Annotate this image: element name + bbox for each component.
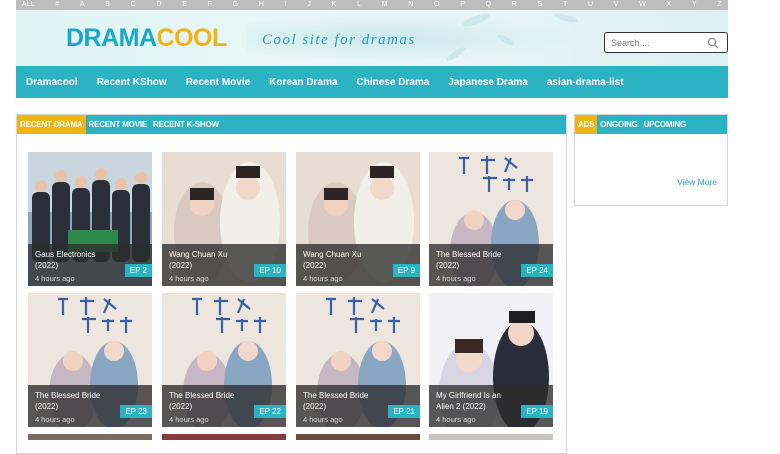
alpha-o[interactable]: O [434,0,439,10]
nav-chinese-drama[interactable]: Chinese Drama [357,77,430,88]
alpha-k[interactable]: K [332,0,337,10]
drama-card[interactable]: The Blessed Bride (2022) EP 21 4 hours a… [296,293,420,427]
drama-title: Wang Chuan Xu (2022) [169,250,228,270]
alpha-i[interactable]: I [285,0,287,10]
alpha-y[interactable]: Y [692,0,697,10]
updated-time: 4 hours ago [169,274,209,283]
updated-time: 4 hours ago [35,274,75,283]
alphabet-bar: ALL # A B C D E F G H I J K L M N O P Q … [16,0,728,10]
updated-time: 4 hours ago [303,274,343,283]
site-banner: DRAMACOOL Cool site for dramas [16,10,728,66]
alpha-p[interactable]: P [460,0,465,10]
alpha-t[interactable]: T [563,0,567,10]
drama-card[interactable]: Wang Chuan Xu (2022) EP 10 4 hours ago [162,152,286,286]
alpha-u[interactable]: U [588,0,593,10]
search-icon[interactable] [707,37,719,49]
drama-title: Gaus Electronics (2022) [35,250,96,270]
site-tagline: Cool site for dramas [262,32,416,48]
view-more-link[interactable]: View More [677,177,717,187]
tab-recent-movie[interactable]: Recent Movie [86,115,151,134]
poster-thumbnail[interactable] [429,434,553,440]
drama-title: My Girlfriend Is an Alien 2 (2022) [436,391,501,411]
updated-time: 4 hours ago [35,415,75,424]
sidebar-tabs: Ads Ongoing Upcoming [575,115,727,134]
tab-ads[interactable]: Ads [575,115,598,134]
episode-badge: EP 22 [254,405,286,418]
alpha-z[interactable]: Z [717,0,721,10]
poster-thumbnail[interactable] [28,434,152,440]
poster-thumbnail[interactable] [296,434,420,440]
drama-card[interactable]: Gaus Electronics (2022) EP 2 4 hours ago [28,152,152,286]
alpha-j[interactable]: J [307,0,311,10]
nav-asian-drama-list[interactable]: asian-drama-list [547,77,624,88]
updated-time: 4 hours ago [436,274,476,283]
episode-badge: EP 9 [392,264,420,277]
drama-title: The Blessed Bride (2022) [303,391,369,411]
episode-badge: EP 10 [254,264,286,277]
tab-upcoming[interactable]: Upcoming [641,115,689,134]
episode-badge: EP 19 [521,405,553,418]
alpha-l[interactable]: L [357,0,361,10]
nav-dramacool[interactable]: Dramacool [26,77,78,88]
episode-badge: EP 24 [521,264,553,277]
drama-title: The Blessed Bride (2022) [169,391,235,411]
alpha-e[interactable]: E [182,0,187,10]
alpha-m[interactable]: M [382,0,388,10]
updated-time: 4 hours ago [436,415,476,424]
alpha-all[interactable]: ALL [22,0,34,10]
drama-card[interactable]: The Blessed Bride (2022) EP 22 4 hours a… [162,293,286,427]
episode-badge: EP 2 [124,264,152,277]
alpha-x[interactable]: X [667,0,672,10]
alpha-b[interactable]: B [105,0,110,10]
alpha-n[interactable]: N [408,0,413,10]
alpha-h[interactable]: H [259,0,264,10]
nav-korean-drama[interactable]: Korean Drama [269,77,337,88]
alpha-d[interactable]: D [156,0,161,10]
content-tabs: Recent Drama Recent Movie Recent K-Show [17,115,566,134]
drama-title: Wang Chuan Xu (2022) [303,250,362,270]
site-logo[interactable]: DRAMACOOL [66,24,227,53]
alpha-v[interactable]: V [614,0,619,10]
drama-card[interactable]: Wang Chuan Xu (2022) EP 9 4 hours ago [296,152,420,286]
alpha-q[interactable]: Q [486,0,491,10]
drama-title: The Blessed Bride (2022) [436,250,502,270]
episode-badge: EP 21 [388,405,420,418]
search-input[interactable] [611,37,701,49]
drama-card[interactable]: The Blessed Bride (2022) EP 23 4 hours a… [28,293,152,427]
alpha-r[interactable]: R [512,0,517,10]
alpha-f[interactable]: F [208,0,212,10]
nav-japanese-drama[interactable]: Japanese Drama [448,77,528,88]
drama-card[interactable]: My Girlfriend Is an Alien 2 (2022) EP 19… [429,293,553,427]
alpha-g[interactable]: G [233,0,238,10]
alpha-s[interactable]: S [538,0,543,10]
drama-card[interactable]: The Blessed Bride (2022) EP 24 4 hours a… [429,152,553,286]
nav-recent-kshow[interactable]: Recent KShow [97,77,167,88]
alpha-w[interactable]: W [639,0,646,10]
nav-recent-movie[interactable]: Recent Movie [186,77,250,88]
updated-time: 4 hours ago [303,415,343,424]
sidebar-panel: Ads Ongoing Upcoming View More [574,114,728,206]
tab-ongoing[interactable]: Ongoing [597,115,640,134]
search-box [604,32,728,53]
alpha-a[interactable]: A [80,0,85,10]
alpha-hash[interactable]: # [55,0,59,10]
tab-recent-kshow[interactable]: Recent K-Show [150,115,222,134]
tab-recent-drama[interactable]: Recent Drama [17,115,86,134]
drama-title: The Blessed Bride (2022) [35,391,101,411]
main-nav: Dramacool Recent KShow Recent Movie Kore… [16,66,728,98]
episode-badge: EP 23 [120,405,152,418]
alpha-c[interactable]: C [131,0,136,10]
poster-thumbnail[interactable] [162,434,286,440]
updated-time: 4 hours ago [169,415,209,424]
